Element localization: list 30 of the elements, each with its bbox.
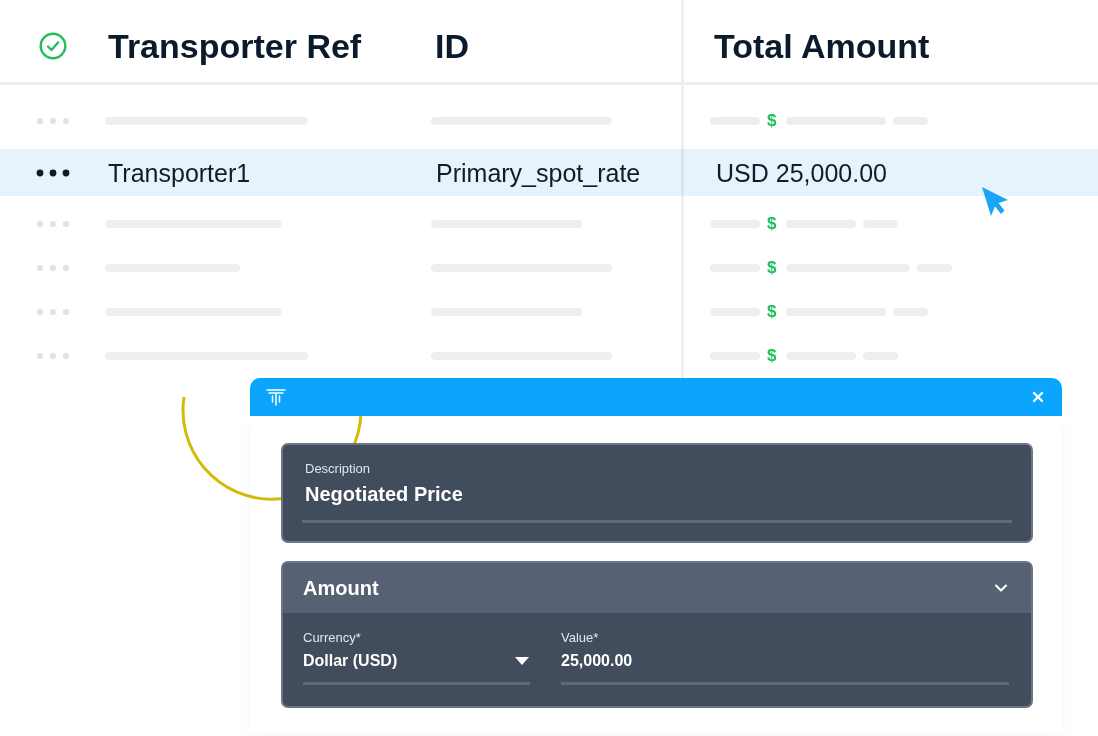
field-label: Value*: [561, 630, 600, 646]
column-header: Transporter Ref: [108, 26, 362, 66]
more-dots-icon: [35, 220, 70, 228]
currency-symbol: $: [767, 258, 777, 278]
check-circle-icon[interactable]: [38, 32, 67, 60]
field-label: Currency*: [303, 630, 362, 646]
logo-icon: [266, 388, 286, 406]
mouse-pointer-icon: [981, 186, 1009, 217]
table-row[interactable]: Transporter1 Primary_spot_rate USD 25,000.00: [0, 149, 1098, 196]
close-icon: [1030, 389, 1046, 405]
column-header: ID: [435, 26, 469, 66]
currency-select[interactable]: Dollar (USD): [303, 650, 530, 685]
currency-symbol: $: [767, 214, 777, 234]
table-cell: Transporter1: [108, 157, 251, 188]
dropdown-caret-icon: [515, 657, 529, 665]
value-field[interactable]: 25,000.00: [561, 650, 1009, 685]
description-field[interactable]: Negotiated Price: [302, 481, 1012, 523]
more-dots-icon[interactable]: [35, 168, 70, 177]
more-dots-icon: [35, 117, 70, 125]
table-cell: Primary_spot_rate: [436, 157, 641, 188]
currency-symbol: $: [767, 302, 777, 322]
amount-accordion-header[interactable]: Amount: [283, 563, 1031, 613]
currency-symbol: $: [767, 111, 777, 131]
field-label: Description: [304, 461, 372, 477]
more-dots-icon: [35, 264, 70, 272]
more-dots-icon: [35, 308, 70, 316]
more-dots-icon: [35, 352, 70, 360]
column-header: Total Amount: [714, 26, 930, 66]
currency-symbol: $: [767, 346, 777, 366]
table-cell: USD 25,000.00: [716, 157, 887, 188]
